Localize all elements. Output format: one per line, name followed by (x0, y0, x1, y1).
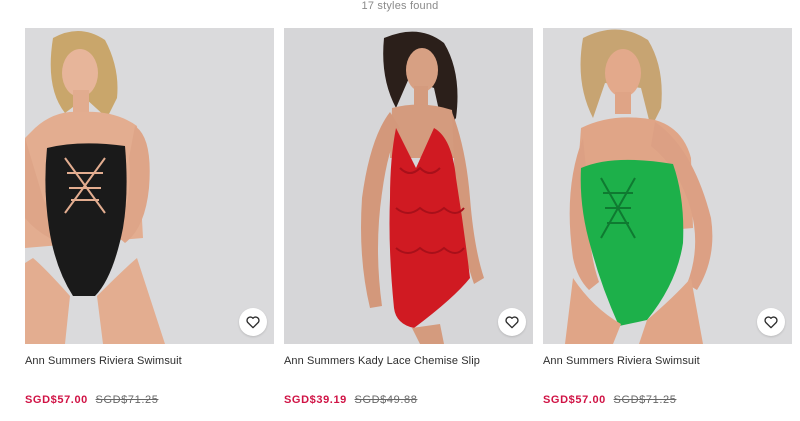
product-price: SGD$39.19 SGD$49.88 (284, 394, 533, 406)
product-card[interactable]: Ann Summers Riviera Swimsuit SGD$57.00 S… (25, 28, 274, 406)
product-grid: Ann Summers Riviera Swimsuit SGD$57.00 S… (25, 28, 792, 406)
heart-outline-icon (764, 316, 778, 329)
sale-price: SGD$57.00 (543, 394, 606, 406)
results-count: 17 styles found (361, 0, 439, 12)
product-title[interactable]: Ann Summers Kady Lace Chemise Slip (284, 355, 533, 369)
product-image[interactable] (25, 28, 274, 344)
product-card[interactable]: Ann Summers Kady Lace Chemise Slip SGD$3… (284, 28, 533, 406)
save-for-later-button[interactable] (757, 308, 785, 336)
save-for-later-button[interactable] (239, 308, 267, 336)
original-price: SGD$71.25 (95, 394, 159, 406)
model-photo-chemise-red (284, 28, 533, 344)
product-title[interactable]: Ann Summers Riviera Swimsuit (25, 355, 274, 369)
product-title[interactable]: Ann Summers Riviera Swimsuit (543, 355, 792, 369)
product-image[interactable] (543, 28, 792, 344)
original-price: SGD$49.88 (354, 394, 418, 406)
sale-price: SGD$39.19 (284, 394, 347, 406)
model-photo-swimsuit-green (543, 28, 792, 344)
search-results-page: 17 styles found Ann Summers Riviera Swim… (0, 0, 800, 421)
product-image[interactable] (284, 28, 533, 344)
sale-price: SGD$57.00 (25, 394, 88, 406)
product-price: SGD$57.00 SGD$71.25 (25, 394, 274, 406)
heart-outline-icon (505, 316, 519, 329)
save-for-later-button[interactable] (498, 308, 526, 336)
product-price: SGD$57.00 SGD$71.25 (543, 394, 792, 406)
model-photo-swimsuit-black (25, 28, 274, 344)
original-price: SGD$71.25 (613, 394, 677, 406)
heart-outline-icon (246, 316, 260, 329)
product-card[interactable]: Ann Summers Riviera Swimsuit SGD$57.00 S… (543, 28, 792, 406)
